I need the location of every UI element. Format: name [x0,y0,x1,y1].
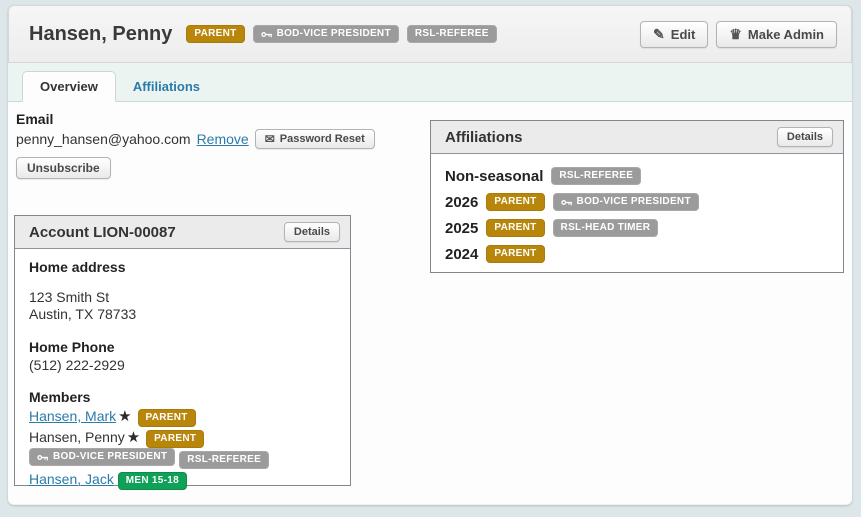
badge-rsl-head-timer: RSL-HEAD TIMER [552,219,659,237]
star-icon: ★ [126,429,141,446]
affiliations-panel-title: Affiliations [445,128,523,146]
address-line: 123 Smith St [29,289,110,305]
affiliation-period: Non-seasonal [445,167,544,185]
badge-parent: PARENT [186,25,245,43]
affiliation-row: Non-seasonal RSL-REFEREE [445,167,829,185]
home-phone-value: (512) 222-2929 [29,357,125,373]
members-heading: Members [29,389,91,405]
badge-label: BOD-VICE PRESIDENT [276,28,391,39]
affiliation-period: 2025 [445,219,479,237]
badge-rsl-referee: RSL-REFEREE [406,25,497,43]
affiliation-row: 2024 PARENT [445,245,829,263]
badge-bod-vice-president: BOD-VICE PRESIDENT [552,193,699,211]
home-address-heading: Home address [29,259,126,275]
tab-bar: Overview Affiliations [8,63,852,102]
badge-bod-vice-president: BOD-VICE PRESIDENT [252,25,399,43]
edit-button[interactable]: ✎ Edit [640,20,709,48]
edit-button-label: Edit [670,26,696,42]
address-line: Austin, TX 78733 [29,306,137,322]
badge-bod-vice-president: BOD-VICE PRESIDENT [29,448,176,466]
key-icon [560,198,573,207]
member-row: Hansen, Mark ★ PARENT [29,407,336,427]
account-panel-title: Account LION-00087 [29,223,176,241]
key-icon [260,30,273,39]
badge-rsl-referee: RSL-REFEREE [551,167,642,185]
member-link-hansen-mark[interactable]: Hansen, Mark [29,408,116,424]
affiliations-panel-header: Affiliations Details [431,121,843,154]
home-phone-heading: Home Phone [29,339,115,355]
badge-parent: PARENT [146,430,205,448]
badge-label: BOD-VICE PRESIDENT [53,451,168,462]
badge-parent: PARENT [486,193,545,211]
member-row: Hansen, Penny ★ PARENT BOD-VICE PRESIDENT… [29,428,336,469]
email-address: penny_hansen@yahoo.com [16,131,191,147]
affiliations-panel: Affiliations Details Non-seasonal RSL-RE… [430,120,844,273]
affiliation-row: 2025 PARENT RSL-HEAD TIMER [445,219,829,237]
password-reset-button[interactable]: ✉ Password Reset [254,129,375,149]
affiliation-period: 2024 [445,245,479,263]
key-icon [37,453,49,462]
member-header: Hansen, Penny PARENT BOD-VICE PRESIDENT … [8,5,852,63]
pencil-icon: ✎ [653,26,665,42]
star-icon: ★ [118,408,132,425]
overview-tab-content: Email penny_hansen@yahoo.com Remove ✉ Pa… [8,102,852,504]
unsubscribe-button[interactable]: Unsubscribe [16,157,111,179]
badge-men-15-18: MEN 15-18 [117,471,187,490]
badge-parent: PARENT [486,245,545,263]
account-details-button[interactable]: Details [283,222,340,242]
badge-rsl-referee: RSL-REFEREE [179,450,270,469]
remove-email-link[interactable]: Remove [197,131,249,147]
member-row: Hansen, Jack MEN 15-18 [29,470,336,490]
tab-overview[interactable]: Overview [22,71,116,102]
member-detail-card: Hansen, Penny PARENT BOD-VICE PRESIDENT … [8,5,852,505]
email-section: Email penny_hansen@yahoo.com Remove ✉ Pa… [16,111,375,179]
badge-label: BOD-VICE PRESIDENT [576,196,691,207]
badge-parent: PARENT [137,409,196,427]
badge-parent: PARENT [486,219,545,237]
make-admin-button-label: Make Admin [747,26,824,42]
tab-affiliations[interactable]: Affiliations [116,72,217,101]
make-admin-button[interactable]: ♛ Make Admin [716,20,837,48]
password-reset-label: Password Reset [279,133,365,145]
email-heading: Email [16,111,54,127]
member-name-hansen-penny: Hansen, Penny [29,429,125,445]
affiliation-period: 2026 [445,193,479,211]
crown-icon: ♛ [729,26,742,42]
affiliations-details-button[interactable]: Details [776,127,833,147]
envelope-icon: ✉ [264,132,275,146]
page-title: Hansen, Penny [29,22,173,45]
account-panel-header: Account LION-00087 Details [15,216,350,249]
member-link-hansen-jack[interactable]: Hansen, Jack [29,471,114,487]
affiliation-row: 2026 PARENT BOD-VICE PRESIDENT [445,193,829,211]
account-panel: Account LION-00087 Details Home address … [14,215,351,490]
